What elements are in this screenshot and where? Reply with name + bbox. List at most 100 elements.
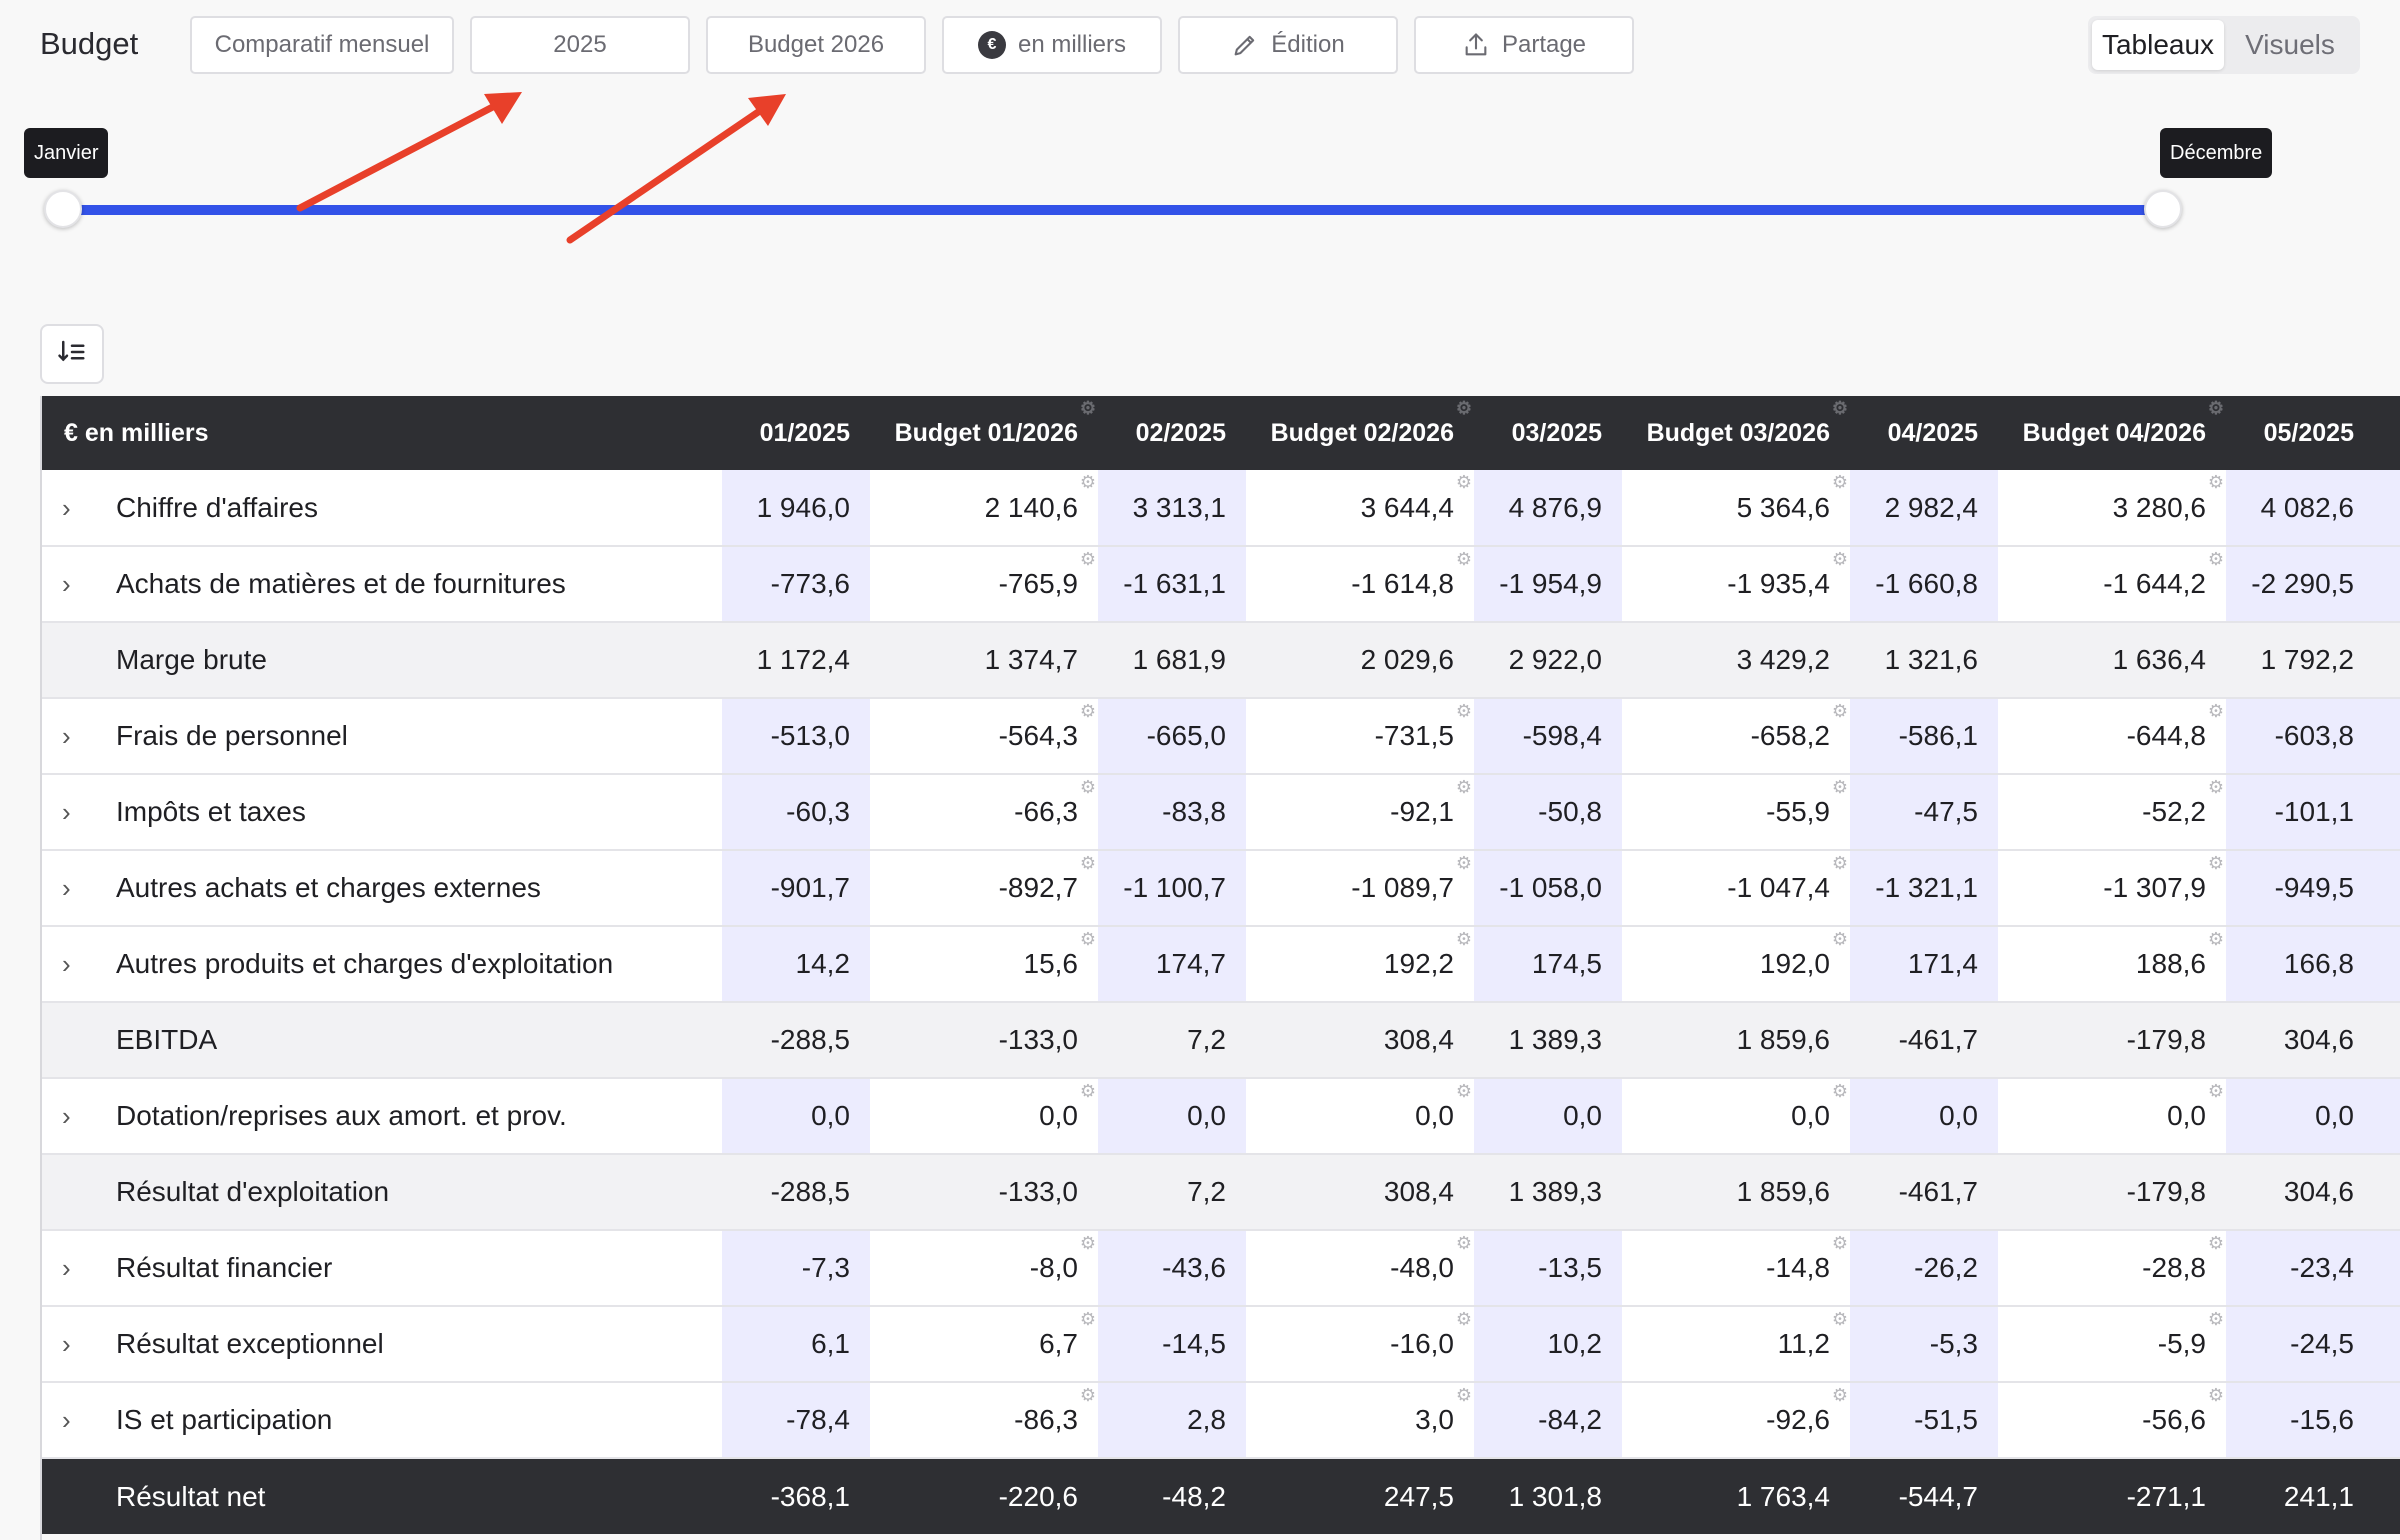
budget-value-cell[interactable]: 188,6 ⚙ — [1998, 926, 2226, 1002]
table-row[interactable]: › IS et participation -78,4 -86,3 ⚙ 2,8 3,0 ⚙ -8… — [42, 1382, 2400, 1458]
cell-settings-gear-icon[interactable]: ⚙ — [1456, 778, 1472, 796]
tab-visuels[interactable]: Visuels — [2224, 20, 2356, 70]
budget-value-cell[interactable]: 0,0 ⚙ — [1622, 1078, 1850, 1154]
budget-value-cell[interactable]: -5,9 ⚙ — [1998, 1306, 2226, 1382]
column-settings-gear-icon[interactable]: ⚙ — [1832, 399, 1848, 417]
budget-value-cell[interactable]: -892,7 ⚙ — [870, 850, 1098, 926]
chevron-right-icon[interactable]: › — [62, 797, 116, 828]
cell-settings-gear-icon[interactable]: ⚙ — [2208, 854, 2224, 872]
budget-value-cell[interactable]: 15,6 ⚙ — [870, 926, 1098, 1002]
sort-rows-button[interactable] — [40, 324, 104, 384]
budget-value-cell[interactable]: -564,3 ⚙ — [870, 698, 1098, 774]
cell-settings-gear-icon[interactable]: ⚙ — [2208, 930, 2224, 948]
chevron-right-icon[interactable]: › — [62, 569, 116, 600]
budget-value-cell[interactable]: 3,0 ⚙ — [1246, 1382, 1474, 1458]
cell-settings-gear-icon[interactable]: ⚙ — [1080, 930, 1096, 948]
budget-value-cell[interactable]: -658,2 ⚙ — [1622, 698, 1850, 774]
cell-settings-gear-icon[interactable]: ⚙ — [2208, 473, 2224, 491]
currency-unit-button[interactable]: € en milliers — [942, 16, 1162, 74]
chevron-right-icon[interactable]: › — [62, 721, 116, 752]
tab-tableaux[interactable]: Tableaux — [2092, 20, 2224, 70]
budget-value-cell[interactable]: -1 307,9 ⚙ — [1998, 850, 2226, 926]
cell-settings-gear-icon[interactable]: ⚙ — [1832, 550, 1848, 568]
budget-value-cell[interactable]: 0,0 ⚙ — [1998, 1078, 2226, 1154]
budget-value-cell[interactable]: -52,2 ⚙ — [1998, 774, 2226, 850]
cell-settings-gear-icon[interactable]: ⚙ — [1456, 930, 1472, 948]
table-row[interactable]: › Frais de personnel -513,0 -564,3 ⚙ -665,0 -7… — [42, 698, 2400, 774]
chevron-right-icon[interactable]: › — [62, 949, 116, 980]
cell-settings-gear-icon[interactable]: ⚙ — [1080, 1234, 1096, 1252]
cell-settings-gear-icon[interactable]: ⚙ — [1832, 473, 1848, 491]
budget-value-cell[interactable]: 192,0 ⚙ — [1622, 926, 1850, 1002]
budget-value-cell[interactable]: -28,8 ⚙ — [1998, 1230, 2226, 1306]
table-row[interactable]: › Autres produits et charges d'exploitati… — [42, 926, 2400, 1002]
cell-settings-gear-icon[interactable]: ⚙ — [1456, 1234, 1472, 1252]
table-row[interactable]: › Achats de matières et de fournitures -77… — [42, 546, 2400, 622]
budget-value-cell[interactable]: 3 280,6 ⚙ — [1998, 470, 2226, 546]
share-button[interactable]: Partage — [1414, 16, 1634, 74]
budget-value-cell[interactable]: -1 089,7 ⚙ — [1246, 850, 1474, 926]
budget-value-cell[interactable]: -644,8 ⚙ — [1998, 698, 2226, 774]
column-settings-gear-icon[interactable]: ⚙ — [2208, 399, 2224, 417]
comparatif-mensuel-button[interactable]: Comparatif mensuel — [190, 16, 454, 74]
cell-settings-gear-icon[interactable]: ⚙ — [1456, 550, 1472, 568]
cell-settings-gear-icon[interactable]: ⚙ — [1832, 854, 1848, 872]
cell-settings-gear-icon[interactable]: ⚙ — [1832, 778, 1848, 796]
cell-settings-gear-icon[interactable]: ⚙ — [1080, 854, 1096, 872]
slider-start-handle[interactable] — [44, 190, 82, 228]
column-header[interactable]: 03/2025 — [1474, 396, 1622, 470]
budget-value-cell[interactable]: -66,3 ⚙ — [870, 774, 1098, 850]
budget-selector-button[interactable]: Budget 2026 — [706, 16, 926, 74]
budget-value-cell[interactable]: 0,0 ⚙ — [870, 1078, 1098, 1154]
cell-settings-gear-icon[interactable]: ⚙ — [1080, 550, 1096, 568]
column-header[interactable]: 02/2025 — [1098, 396, 1246, 470]
chevron-right-icon[interactable]: › — [62, 873, 116, 904]
cell-settings-gear-icon[interactable]: ⚙ — [1080, 1310, 1096, 1328]
budget-value-cell[interactable]: 11,2 ⚙ — [1622, 1306, 1850, 1382]
column-settings-gear-icon[interactable]: ⚙ — [1080, 399, 1096, 417]
cell-settings-gear-icon[interactable]: ⚙ — [1832, 1386, 1848, 1404]
table-row[interactable]: › Chiffre d'affaires 1 946,0 2 140,6 ⚙ 3 313,… — [42, 470, 2400, 546]
budget-value-cell[interactable]: 2 140,6 ⚙ — [870, 470, 1098, 546]
column-header[interactable]: Budget 04/2026 ⚙ — [1998, 396, 2226, 470]
edit-button[interactable]: Édition — [1178, 16, 1398, 74]
year-selector-button[interactable]: 2025 — [470, 16, 690, 74]
cell-settings-gear-icon[interactable]: ⚙ — [1456, 1386, 1472, 1404]
budget-value-cell[interactable]: -56,6 ⚙ — [1998, 1382, 2226, 1458]
cell-settings-gear-icon[interactable]: ⚙ — [1456, 1082, 1472, 1100]
budget-value-cell[interactable]: -14,8 ⚙ — [1622, 1230, 1850, 1306]
cell-settings-gear-icon[interactable]: ⚙ — [2208, 1082, 2224, 1100]
column-settings-gear-icon[interactable]: ⚙ — [1456, 399, 1472, 417]
month-range-track[interactable] — [62, 205, 2164, 215]
table-row[interactable]: › Résultat financier -7,3 -8,0 ⚙ -43,6 -48,0 ⚙ -… — [42, 1230, 2400, 1306]
slider-end-handle[interactable] — [2144, 190, 2182, 228]
chevron-right-icon[interactable]: › — [62, 1253, 116, 1284]
table-row[interactable]: › Autres achats et charges externes -901,7… — [42, 850, 2400, 926]
budget-value-cell[interactable]: -1 614,8 ⚙ — [1246, 546, 1474, 622]
budget-value-cell[interactable]: -92,1 ⚙ — [1246, 774, 1474, 850]
budget-value-cell[interactable]: -55,9 ⚙ — [1622, 774, 1850, 850]
cell-settings-gear-icon[interactable]: ⚙ — [2208, 1234, 2224, 1252]
cell-settings-gear-icon[interactable]: ⚙ — [2208, 778, 2224, 796]
cell-settings-gear-icon[interactable]: ⚙ — [2208, 702, 2224, 720]
budget-value-cell[interactable]: 3 644,4 ⚙ — [1246, 470, 1474, 546]
budget-value-cell[interactable]: -731,5 ⚙ — [1246, 698, 1474, 774]
cell-settings-gear-icon[interactable]: ⚙ — [1080, 1386, 1096, 1404]
cell-settings-gear-icon[interactable]: ⚙ — [1456, 854, 1472, 872]
cell-settings-gear-icon[interactable]: ⚙ — [2208, 1310, 2224, 1328]
column-header[interactable]: 01/2025 — [722, 396, 870, 470]
budget-value-cell[interactable]: 0,0 ⚙ — [1246, 1078, 1474, 1154]
column-header[interactable]: Budget 01/2026 ⚙ — [870, 396, 1098, 470]
cell-settings-gear-icon[interactable]: ⚙ — [1456, 1310, 1472, 1328]
table-row[interactable]: › Dotation/reprises aux amort. et prov. 0,… — [42, 1078, 2400, 1154]
cell-settings-gear-icon[interactable]: ⚙ — [1832, 1310, 1848, 1328]
cell-settings-gear-icon[interactable]: ⚙ — [1080, 702, 1096, 720]
cell-settings-gear-icon[interactable]: ⚙ — [1456, 473, 1472, 491]
budget-value-cell[interactable]: -1 935,4 ⚙ — [1622, 546, 1850, 622]
cell-settings-gear-icon[interactable]: ⚙ — [2208, 550, 2224, 568]
budget-value-cell[interactable]: 6,7 ⚙ — [870, 1306, 1098, 1382]
table-row[interactable]: › Impôts et taxes -60,3 -66,3 ⚙ -83,8 -92,1 ⚙ -5… — [42, 774, 2400, 850]
cell-settings-gear-icon[interactable]: ⚙ — [1832, 702, 1848, 720]
budget-value-cell[interactable]: 192,2 ⚙ — [1246, 926, 1474, 1002]
chevron-right-icon[interactable]: › — [62, 1101, 116, 1132]
